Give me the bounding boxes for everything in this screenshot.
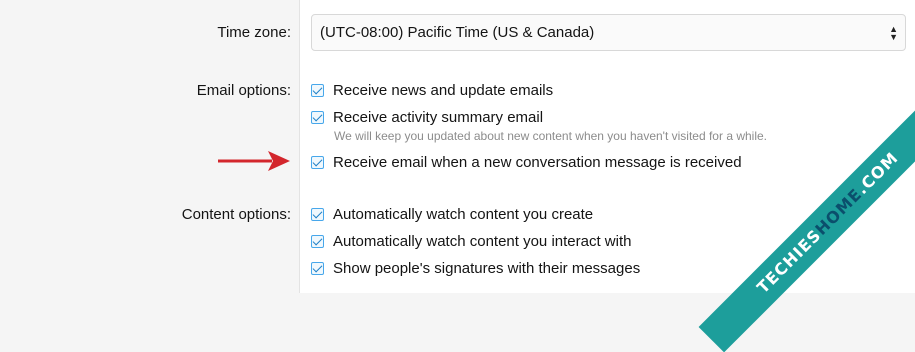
red-arrow-icon bbox=[218, 151, 290, 171]
activity-summary-hint: We will keep you updated about new conte… bbox=[334, 129, 768, 143]
timezone-selected-value: (UTC-08:00) Pacific Time (US & Canada) bbox=[320, 24, 595, 41]
checkbox-checked-icon[interactable] bbox=[311, 156, 324, 169]
content-option-signatures-label: Show people's signatures with their mess… bbox=[333, 260, 641, 277]
checkbox-checked-icon[interactable] bbox=[311, 111, 324, 124]
checkbox-checked-icon[interactable] bbox=[311, 262, 324, 275]
select-arrows-icon: ▲ ▼ bbox=[889, 23, 898, 42]
email-options-label: Email options: bbox=[196, 82, 291, 99]
content-option-watch-interacted[interactable]: Automatically watch content you interact… bbox=[311, 233, 631, 250]
content-option-watch-interacted-label: Automatically watch content you interact… bbox=[333, 233, 632, 250]
email-option-conversation-message[interactable]: Receive email when a new conversation me… bbox=[311, 154, 742, 171]
timezone-select[interactable]: (UTC-08:00) Pacific Time (US & Canada) ▲… bbox=[311, 14, 906, 51]
content-option-signatures[interactable]: Show people's signatures with their mess… bbox=[311, 260, 640, 277]
email-option-activity-label: Receive activity summary email bbox=[333, 109, 544, 126]
timezone-label: Time zone: bbox=[217, 24, 291, 41]
checkbox-checked-icon[interactable] bbox=[311, 208, 324, 221]
email-option-news[interactable]: Receive news and update emails bbox=[311, 82, 553, 99]
content-options-label: Content options: bbox=[181, 206, 291, 223]
email-option-conversation-label: Receive email when a new conversation me… bbox=[333, 154, 742, 171]
content-option-watch-created[interactable]: Automatically watch content you create bbox=[311, 206, 593, 223]
checkbox-checked-icon[interactable] bbox=[311, 84, 324, 97]
checkbox-checked-icon[interactable] bbox=[311, 235, 324, 248]
labels-column bbox=[0, 0, 300, 293]
email-option-news-label: Receive news and update emails bbox=[333, 82, 554, 99]
email-option-activity-summary[interactable]: Receive activity summary email bbox=[311, 109, 543, 126]
content-option-watch-created-label: Automatically watch content you create bbox=[333, 206, 594, 223]
